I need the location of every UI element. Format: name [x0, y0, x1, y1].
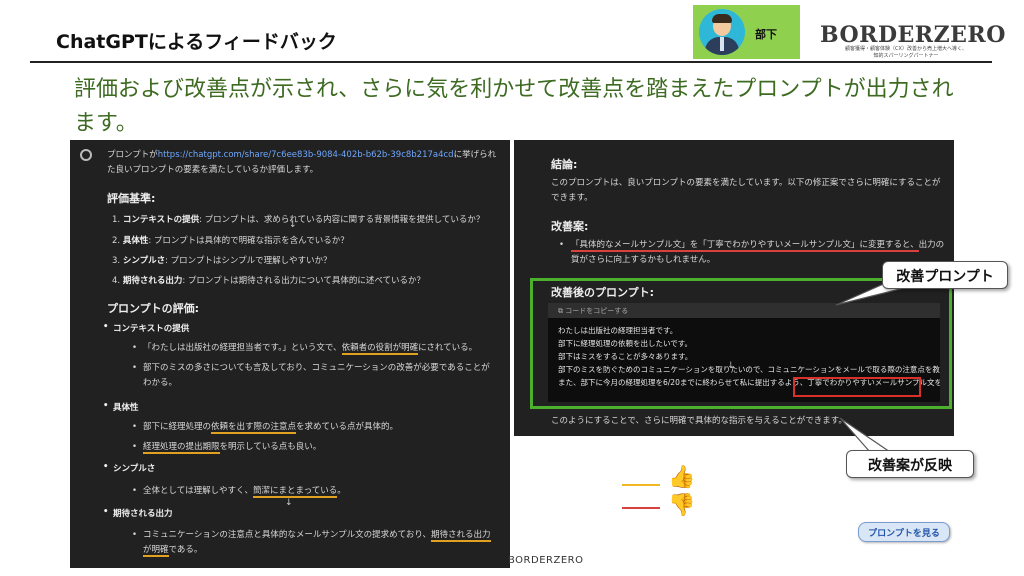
share-link[interactable]: https://chatgpt.com/share/7c6ee83b-9084-…: [158, 150, 454, 160]
header-divider: [30, 61, 992, 63]
person-icon: [699, 9, 745, 55]
eval-simple-label: シンプルさ: [103, 462, 155, 474]
eval-output-point: コミュニケーションの注意点と具体的なメールサンプル文の提求めており、期待される出…: [132, 528, 498, 558]
reflected-change-highlight: [793, 377, 921, 397]
criteria-item: 2. 具体性: プロンプトは具体的で明確な指示を含んでいるか？: [112, 236, 349, 246]
scroll-down-icon[interactable]: ↓: [727, 361, 735, 371]
callout-improved-prompt: 改善プロンプト: [882, 261, 1008, 289]
conclusion-text: このプロンプトは、良いプロンプトの要素を満たしています。以下の修正案でさらに明確…: [551, 178, 941, 203]
brand-logo: BORDERZERO: [820, 22, 1006, 48]
improvement-heading: 改善案:: [551, 220, 589, 233]
eval-simple-point: 全体としては理解しやすく、簡潔にまとまっている。: [132, 484, 498, 499]
copy-code-button[interactable]: コードをコピーする: [548, 303, 940, 318]
footer-brand: BORDERZERO: [508, 555, 584, 566]
intro-text: プロンプトがhttps://chatgpt.com/share/7c6ee83b…: [107, 150, 497, 175]
criteria-item: 4. 期待される出力: プロンプトは期待される出力について具体的に述べているか？: [112, 276, 426, 286]
view-prompt-button[interactable]: プロンプトを見る: [858, 522, 950, 542]
callout-reflected: 改善案が反映: [846, 450, 974, 478]
eval-context-point: 「わたしは出版社の経理担当者です。」という文で、依頼者の役割が明確にされている。: [132, 341, 498, 356]
evaluation-heading: プロンプトの評価:: [107, 302, 200, 315]
closing-text: このようにすることで、さらに明確で具体的な指示を与えることができます。: [551, 416, 847, 426]
criteria-heading: 評価基準:: [107, 192, 156, 205]
scroll-down-icon[interactable]: ↓: [285, 498, 293, 508]
eval-context-point: 部下のミスの多さについても言及しており、コミュニケーションの改善が必要であること…: [132, 361, 498, 391]
brand-tagline: 顧客獲得・顧客体験（CX）改善から売上増大へ導く、 知的スパーリングパートナー: [845, 46, 967, 59]
eval-context-label: コンテキストの提供: [103, 322, 189, 334]
thumbs-up-icon: 👍: [668, 465, 696, 490]
thumbs-down-icon: 👎: [668, 493, 696, 518]
eval-specific-label: 具体性: [103, 401, 138, 413]
chatgpt-icon: [80, 149, 92, 161]
conclusion-heading: 結論:: [551, 158, 578, 171]
subordinate-avatar-card: 部下: [693, 5, 800, 59]
avatar-label: 部下: [755, 28, 777, 41]
eval-specific-point: 経理処理の提出期限を明示している点も良い。: [132, 440, 498, 455]
eval-specific-point: 部下に経理処理の依頼を出す際の注意点を求めている点が具体的。: [132, 420, 498, 435]
chatgpt-evaluation-panel: プロンプトがhttps://chatgpt.com/share/7c6ee83b…: [70, 140, 510, 568]
criteria-item: 1. コンテキストの提供: プロンプトは、求められている内容に関する背景情報を提…: [112, 215, 485, 225]
headline: 評価および改善点が示され、さらに気を利かせて改善点を踏まえたプロンプトが出力され…: [74, 77, 954, 136]
orange-legend-line: [622, 484, 660, 486]
red-legend-line: [622, 507, 660, 509]
scroll-down-icon[interactable]: ↓: [289, 220, 297, 230]
slide-title: ChatGPTによるフィードバック: [56, 31, 337, 53]
eval-output-label: 期待される出力: [103, 507, 172, 519]
criteria-item: 3. シンプルさ: プロンプトはシンプルで理解しやすいか？: [112, 256, 332, 266]
